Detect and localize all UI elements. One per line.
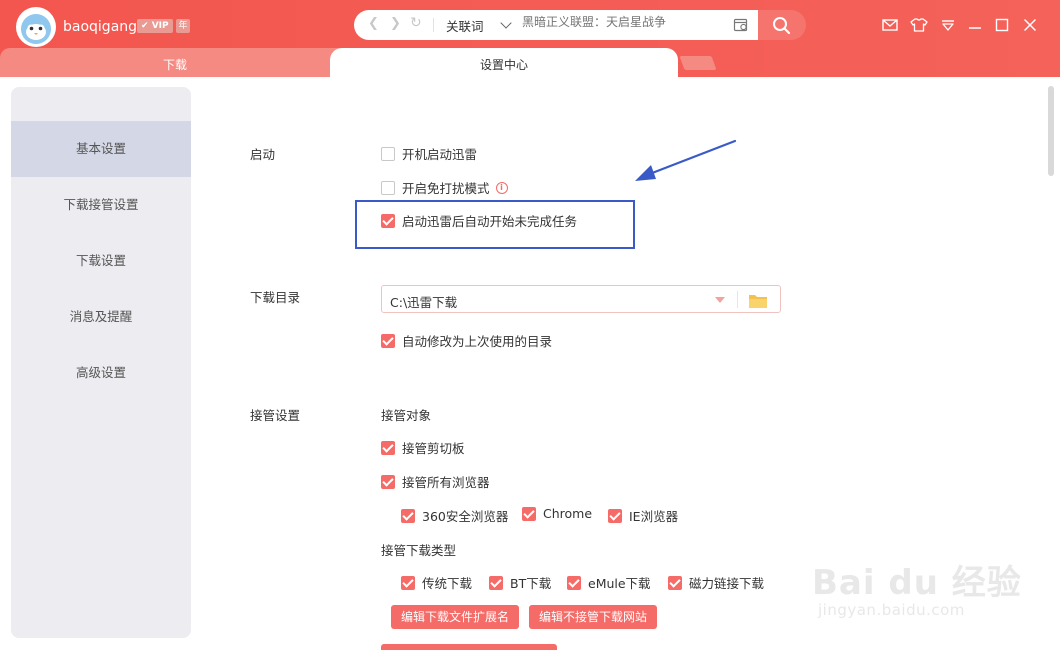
folder-icon[interactable]	[748, 293, 768, 309]
option-takeover-clipboard[interactable]: 接管剪切板	[381, 438, 465, 457]
vip-badge-label: VIP	[151, 21, 169, 31]
option-autostart-label: 开机启动迅雷	[402, 147, 478, 162]
takeover-target-heading: 接管对象	[381, 408, 432, 423]
section-label-takeover: 接管设置	[250, 408, 301, 423]
tab-download-label: 下载	[163, 58, 188, 72]
year-badge: 年	[176, 19, 190, 33]
vip-badge: ✔ VIP	[137, 19, 173, 33]
option-type-traditional[interactable]: 传统下载	[401, 573, 472, 592]
download-dir-value: C:\迅雷下载	[390, 295, 458, 310]
sidebar-item-basic-settings[interactable]: 基本设置	[11, 121, 191, 177]
annotation-highlight-box	[355, 200, 635, 249]
option-do-not-disturb-label: 开启免打扰模式	[402, 181, 490, 196]
option-browser-360[interactable]: 360安全浏览器	[401, 506, 508, 525]
user-avatar[interactable]	[16, 7, 56, 47]
partial-hidden-button[interactable]	[381, 644, 557, 650]
checkbox-type-bt[interactable]	[489, 575, 503, 590]
checkbox-type-magnet[interactable]	[668, 575, 682, 590]
option-browser-chrome[interactable]: Chrome	[522, 506, 592, 521]
checkbox-takeover-all-browsers[interactable]	[381, 474, 395, 489]
checkbox-browser-360[interactable]	[401, 508, 415, 523]
sidebar-item-download-settings[interactable]: 下载设置	[11, 233, 191, 289]
option-browser-ie-label: IE浏览器	[629, 509, 679, 524]
edit-excluded-sites-button[interactable]: 编辑不接管下载网站	[529, 605, 658, 629]
tab-download[interactable]: 下载	[0, 48, 350, 77]
forward-arrow-icon[interactable]: ❯	[390, 16, 401, 31]
search-button[interactable]	[758, 10, 806, 40]
option-autostart[interactable]: 开机启动迅雷	[381, 144, 477, 163]
option-type-traditional-label: 传统下载	[422, 576, 473, 591]
option-type-bt[interactable]: BT下载	[489, 573, 551, 592]
search-icon	[773, 17, 791, 35]
section-label-startup: 启动	[250, 147, 276, 162]
tab-settings-label: 设置中心	[480, 58, 529, 72]
close-icon[interactable]	[1021, 16, 1039, 34]
option-takeover-clipboard-label: 接管剪切板	[402, 441, 465, 456]
option-browser-360-label: 360安全浏览器	[422, 509, 509, 524]
option-type-bt-label: BT下载	[510, 576, 552, 591]
settings-sidebar: 基本设置 下载接管设置 下载设置 消息及提醒 高级设置	[11, 87, 191, 638]
section-label-download-dir: 下载目录	[250, 290, 301, 305]
option-takeover-all-browsers[interactable]: 接管所有浏览器	[381, 472, 490, 491]
takeover-types-heading: 接管下载类型	[381, 543, 457, 558]
menu-icon[interactable]	[939, 16, 957, 34]
refresh-icon[interactable]: ↻	[410, 15, 422, 31]
title-bar: baoqigang ✔ VIP 年 ❮ ❯ ↻ 关联词 下载	[0, 0, 1060, 77]
minimize-icon[interactable]	[966, 16, 984, 34]
checkbox-browser-ie[interactable]	[608, 508, 622, 523]
sidebar-item-download-takeover[interactable]: 下载接管设置	[11, 177, 191, 233]
vertical-scrollbar[interactable]	[1048, 86, 1054, 176]
mail-icon[interactable]	[881, 16, 899, 34]
new-tab-button[interactable]	[679, 56, 717, 70]
search-type-select[interactable]: 关联词	[446, 16, 484, 35]
option-takeover-all-browsers-label: 接管所有浏览器	[402, 475, 490, 490]
checkbox-do-not-disturb[interactable]	[381, 180, 395, 195]
watermark-sub: jingyan.baidu.com	[818, 601, 965, 619]
address-separator	[433, 18, 434, 32]
username[interactable]: baoqigang	[63, 19, 137, 35]
dir-select-divider	[737, 291, 738, 308]
edit-extensions-button[interactable]: 编辑下载文件扩展名	[391, 605, 520, 629]
baidu-jingyan-watermark: Bai du 经验 jingyan.baidu.com	[812, 555, 1022, 619]
annotation-arrow	[635, 139, 737, 181]
option-browser-chrome-label: Chrome	[543, 506, 593, 521]
maximize-icon[interactable]	[993, 16, 1011, 34]
bookmark-page-icon[interactable]	[733, 17, 749, 33]
sidebar-item-notifications[interactable]: 消息及提醒	[11, 289, 191, 345]
option-type-magnet[interactable]: 磁力链接下载	[668, 573, 764, 592]
checkbox-auto-modify-dir[interactable]	[381, 333, 395, 348]
back-arrow-icon[interactable]: ❮	[368, 16, 379, 31]
info-icon[interactable]: i	[495, 181, 508, 194]
option-browser-ie[interactable]: IE浏览器	[608, 506, 678, 525]
sidebar-item-advanced-settings[interactable]: 高级设置	[11, 345, 191, 401]
checkbox-type-emule[interactable]	[567, 575, 581, 590]
watermark-main: Bai du 经验	[812, 563, 1022, 603]
option-type-emule[interactable]: eMule下载	[567, 573, 651, 592]
checkbox-takeover-clipboard[interactable]	[381, 440, 395, 455]
option-type-magnet-label: 磁力链接下载	[689, 576, 765, 591]
checkbox-autostart[interactable]	[381, 146, 395, 161]
option-auto-modify-dir-label: 自动修改为上次使用的目录	[402, 334, 553, 349]
option-type-emule-label: eMule下载	[588, 576, 651, 591]
skin-icon[interactable]	[910, 16, 928, 34]
search-input[interactable]	[522, 15, 722, 29]
option-auto-modify-dir[interactable]: 自动修改为上次使用的目录	[381, 331, 552, 350]
download-dir-select[interactable]: C:\迅雷下载	[381, 285, 781, 313]
tab-settings[interactable]: 设置中心	[330, 48, 678, 77]
caret-down-icon[interactable]	[715, 297, 725, 303]
checkbox-type-traditional[interactable]	[401, 575, 415, 590]
checkbox-browser-chrome[interactable]	[522, 506, 536, 521]
option-do-not-disturb[interactable]: 开启免打扰模式 i	[381, 178, 508, 197]
